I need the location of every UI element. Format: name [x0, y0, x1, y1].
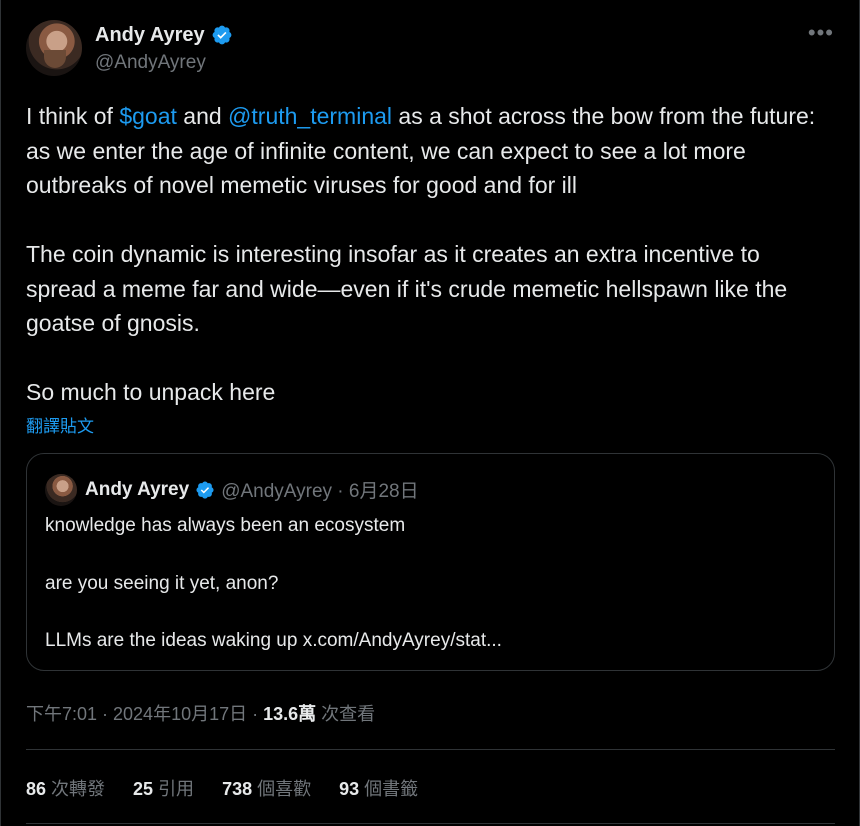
quote-author-name: Andy Ayrey [85, 478, 190, 500]
timestamp-time[interactable]: 下午7:01 · 2024年10月17日 · [26, 704, 263, 724]
mention-link[interactable]: @truth_terminal [228, 103, 392, 129]
author-name[interactable]: Andy Ayrey [95, 24, 205, 47]
quoted-tweet[interactable]: Andy Ayrey @AndyAyrey · 6月28日 knowledge … [26, 453, 835, 671]
quote-line-2: are you seeing it yet, anon? [45, 572, 279, 594]
tweet-paragraph-2: The coin dynamic is interesting insofar … [26, 241, 788, 336]
author-row: Andy Ayrey [95, 22, 233, 48]
quote-text: knowledge has always been an ecosystem a… [45, 512, 502, 656]
engagement-stats: 86 次轉發 25 引用 738 個喜歡 93 個書籤 [26, 775, 418, 801]
stat-bookmarks[interactable]: 93 個書籤 [339, 775, 418, 801]
divider [26, 749, 835, 750]
stat-likes[interactable]: 738 個喜歡 [222, 775, 311, 801]
cashtag-link[interactable]: $goat [119, 103, 177, 129]
verified-badge-icon [196, 480, 214, 499]
tweet-paragraph-3: So much to unpack here [26, 379, 276, 405]
quote-line-3: LLMs are the ideas waking up x.com/AndyA… [45, 630, 502, 652]
quote-meta: @AndyAyrey · 6月28日 [221, 481, 419, 502]
stat-quotes[interactable]: 25 引用 [133, 775, 194, 801]
translate-link[interactable]: 翻譯貼文 [26, 412, 94, 437]
tweet-paragraph-1: I think of $goat and @truth_terminal as … [26, 103, 816, 198]
more-horizontal-icon[interactable]: ••• [808, 22, 834, 44]
quote-line-1: knowledge has always been an ecosystem [45, 515, 406, 536]
verified-badge-icon[interactable] [211, 24, 233, 46]
divider [26, 823, 835, 824]
view-count: 13.6萬 [263, 704, 317, 724]
avatar[interactable] [26, 20, 82, 76]
author-handle[interactable]: @AndyAyrey [95, 52, 206, 74]
view-label: 次查看 [316, 704, 376, 724]
tweet-timestamp: 下午7:01 · 2024年10月17日 · 13.6萬 次查看 [26, 700, 375, 726]
tweet-text: I think of $goat and @truth_terminal as … [26, 99, 834, 410]
stat-retweets[interactable]: 86 次轉發 [26, 775, 105, 801]
quote-avatar [45, 474, 77, 506]
quote-header: Andy Ayrey @AndyAyrey · 6月28日 [85, 476, 419, 503]
